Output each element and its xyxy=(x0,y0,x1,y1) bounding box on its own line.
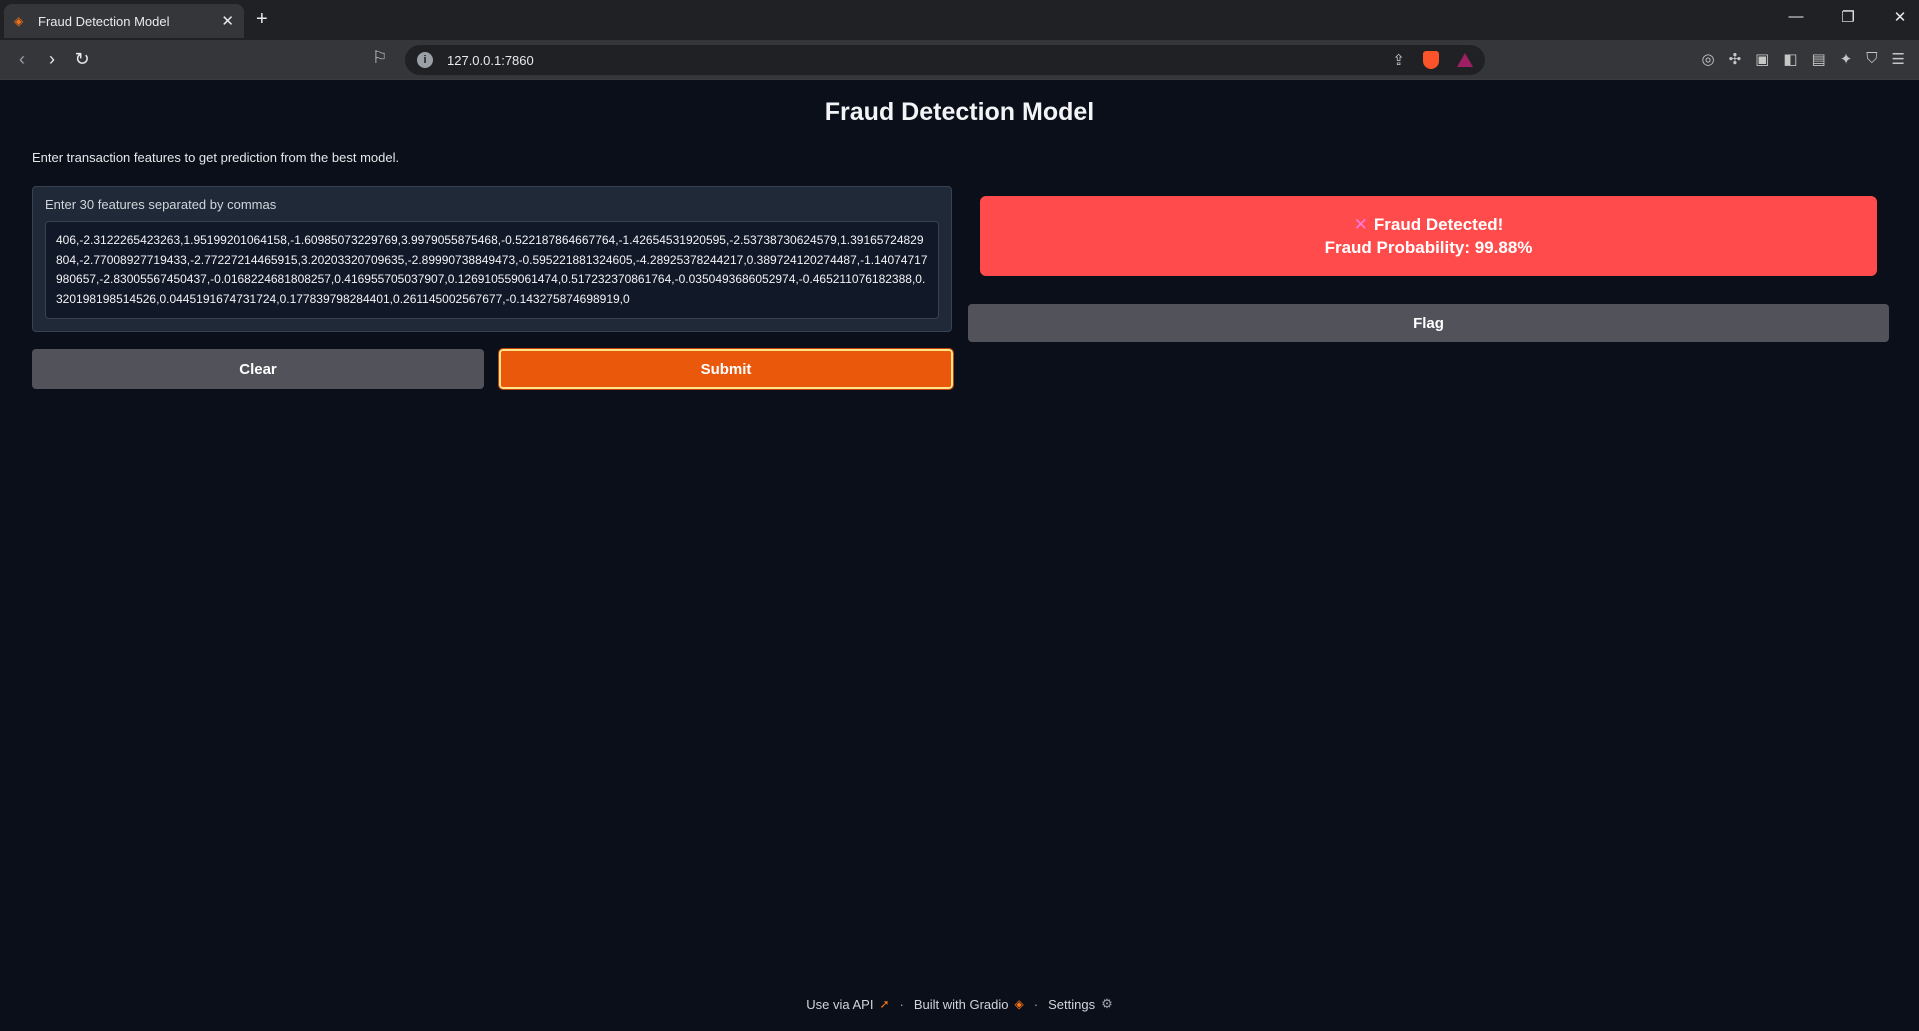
built-with-gradio-link[interactable]: Built with Gradio ◈ xyxy=(914,997,1024,1012)
tab-title: Fraud Detection Model xyxy=(38,13,170,29)
page-title: Fraud Detection Model xyxy=(824,98,1095,126)
footer-separator: · xyxy=(899,996,904,1012)
submit-button[interactable]: Submit xyxy=(498,348,954,390)
close-tab-icon[interactable]: ✕ xyxy=(221,12,234,30)
vpn-shield-icon[interactable]: ⛉ xyxy=(1866,50,1877,68)
screenshot-icon[interactable]: ▣ xyxy=(1755,50,1769,68)
use-via-api-label: Use via API xyxy=(806,996,874,1012)
gradio-logo-icon: ◈ xyxy=(1014,997,1024,1011)
brave-shields-icon[interactable] xyxy=(1423,51,1439,69)
features-input-label: Enter 30 features separated by commas xyxy=(45,197,277,212)
minimize-icon[interactable]: — xyxy=(1787,8,1805,26)
menu-icon[interactable]: ☰ xyxy=(1892,50,1905,68)
footer-separator: · xyxy=(1033,996,1039,1012)
url-text[interactable]: 127.0.0.1:7860 xyxy=(447,53,1392,68)
reload-icon[interactable]: ↻ xyxy=(72,49,92,70)
result-title: Fraud Detected! xyxy=(1373,214,1504,234)
gradio-favicon-icon: ◈ xyxy=(14,14,24,28)
features-input[interactable]: 406,-2.3122265423263,1.95199201064158,-1… xyxy=(45,221,939,319)
window-controls: — ❐ ✕ xyxy=(1787,8,1909,26)
gear-icon: ⚙ xyxy=(1101,996,1113,1011)
result-heading: ✕ Fraud Detected! xyxy=(1354,215,1504,235)
prediction-result: ✕ Fraud Detected! Fraud Probability: 99.… xyxy=(980,196,1877,276)
cross-mark-icon: ✕ xyxy=(1353,214,1368,234)
rocket-icon: ➚ xyxy=(879,997,890,1011)
restore-icon[interactable]: ❐ xyxy=(1839,8,1857,26)
flag-button[interactable]: Flag xyxy=(968,304,1889,342)
share-icon[interactable]: ⇪ xyxy=(1392,51,1405,69)
built-with-gradio-label: Built with Gradio xyxy=(913,996,1009,1012)
sidebar-icon[interactable]: ◧ xyxy=(1783,50,1797,68)
bookmark-icon[interactable]: ⚐ xyxy=(372,48,387,68)
extension-icon[interactable]: ◎ xyxy=(1701,50,1714,68)
extensions-toolbar: ◎ ✣ ▣ ◧ ▤ ✦ ⛉ ☰ xyxy=(1701,50,1905,68)
browser-tab[interactable]: ◈ Fraud Detection Model ✕ xyxy=(4,4,244,38)
settings-label: Settings xyxy=(1048,996,1096,1012)
use-via-api-link[interactable]: Use via API ➚ xyxy=(806,997,889,1012)
close-window-icon[interactable]: ✕ xyxy=(1891,8,1909,26)
page-description: Enter transaction features to get predic… xyxy=(32,150,400,165)
puzzle-extensions-icon[interactable]: ✣ xyxy=(1729,50,1742,68)
new-tab-icon[interactable]: + xyxy=(256,8,268,31)
back-icon[interactable]: ‹ xyxy=(12,49,32,70)
clear-button[interactable]: Clear xyxy=(32,349,484,389)
wallet-icon[interactable]: ▤ xyxy=(1812,50,1826,68)
forward-icon[interactable]: › xyxy=(42,49,62,70)
features-input-panel: Enter 30 features separated by commas 40… xyxy=(32,186,952,332)
footer: Use via API ➚ · Built with Gradio ◈ · Se… xyxy=(0,996,1919,1012)
result-probability: Fraud Probability: 99.88% xyxy=(1324,237,1533,257)
leo-ai-icon[interactable]: ✦ xyxy=(1840,50,1853,68)
site-info-icon[interactable]: i xyxy=(417,52,433,68)
settings-link[interactable]: Settings ⚙ xyxy=(1048,996,1113,1012)
browser-toolbar: ‹ › ↻ ⚐ i 127.0.0.1:7860 ⇪ ◎ ✣ ▣ ◧ ▤ ✦ ⛉… xyxy=(0,40,1919,80)
browser-tabbar: ◈ Fraud Detection Model ✕ + — ❐ ✕ xyxy=(0,0,1919,40)
address-bar[interactable]: i 127.0.0.1:7860 ⇪ xyxy=(405,45,1485,75)
brave-rewards-icon[interactable] xyxy=(1457,53,1473,67)
